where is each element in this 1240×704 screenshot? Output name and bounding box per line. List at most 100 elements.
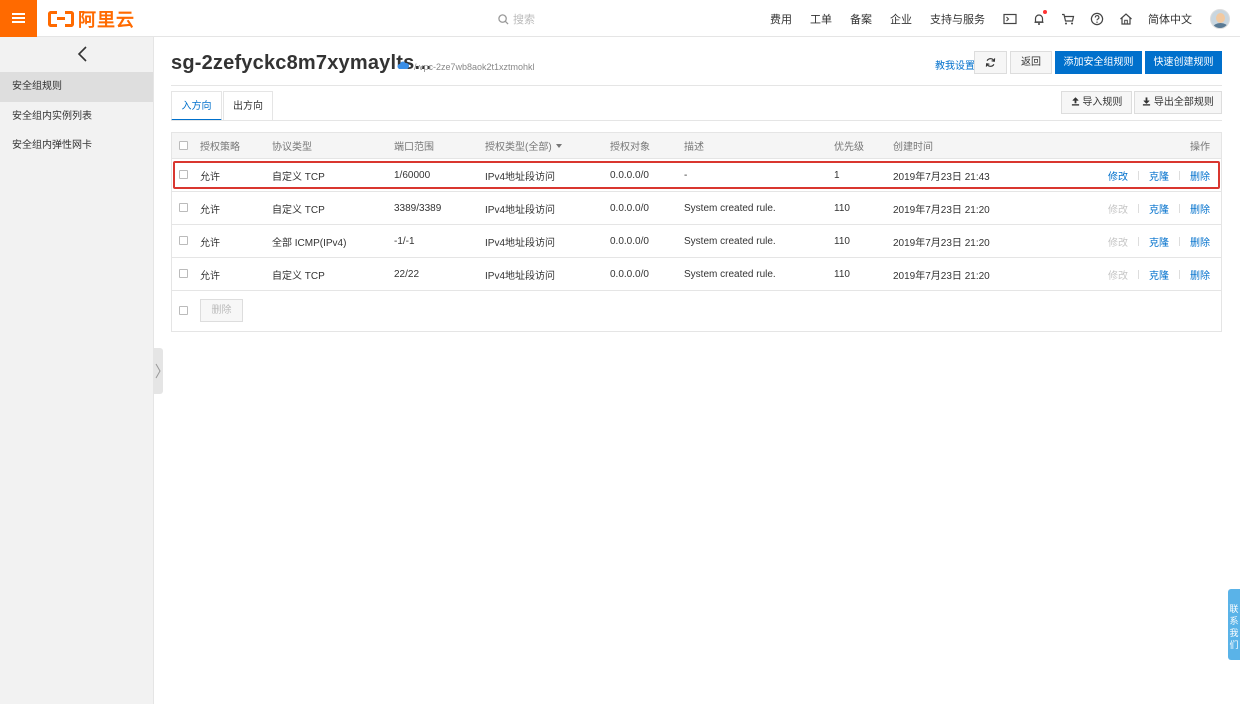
cart-icon[interactable]: [1061, 12, 1075, 26]
row-checkbox[interactable]: [179, 269, 188, 278]
refresh-button[interactable]: [974, 51, 1007, 74]
edit-rule-link[interactable]: 修改: [1108, 234, 1128, 249]
nav-support[interactable]: 支持与服务: [930, 11, 985, 27]
logo-text: 阿里云: [78, 9, 135, 30]
contact-us-tab[interactable]: 联 系 我 们: [1228, 589, 1240, 660]
import-rules-label: 导入规则: [1082, 97, 1123, 108]
cell-desc: -: [684, 169, 688, 181]
row-actions: 修改 克隆 删除: [1108, 258, 1210, 290]
nav-fees[interactable]: 费用: [770, 11, 792, 27]
row-actions: 修改 克隆 删除: [1108, 225, 1210, 257]
search-input[interactable]: 搜索: [498, 11, 535, 27]
separator: [1138, 269, 1139, 279]
separator: [1179, 269, 1180, 279]
cell-protocol: 自定义 TCP: [272, 270, 325, 282]
cell-created: 2019年7月23日 21:20: [893, 270, 990, 282]
sidebar-item-instance-list[interactable]: 安全组内实例列表: [0, 102, 153, 132]
cell-object: 0.0.0.0/0: [610, 268, 649, 280]
quick-create-button[interactable]: 快速创建规则: [1145, 51, 1222, 74]
edit-rule-link[interactable]: 修改: [1108, 201, 1128, 216]
home-icon[interactable]: [1119, 12, 1133, 26]
chevron-right-icon: [155, 363, 161, 379]
row-actions: 修改 克隆 删除: [1108, 192, 1210, 224]
sidebar-item-security-group-rules[interactable]: 安全组规则: [0, 72, 153, 102]
aliyun-logo-icon: [48, 9, 74, 29]
table-row: 允许 自定义 TCP 1/60000 IPv4地址段访问 0.0.0.0/0 - 1 2019…: [172, 159, 1221, 192]
col-auth-type-label: 授权类型(全部): [485, 142, 552, 153]
separator: [1138, 236, 1139, 246]
cell-policy: 允许: [200, 270, 220, 282]
cloud-icon: [397, 61, 409, 69]
cell-port: -1/-1: [394, 235, 415, 247]
cell-port: 3389/3389: [394, 202, 442, 214]
vpc-id[interactable]: / vpc-2ze7wb8aok2t1xztmohkl: [414, 62, 535, 72]
nav-enterprise[interactable]: 企业: [890, 11, 912, 27]
add-rule-button[interactable]: 添加安全组规则: [1055, 51, 1142, 74]
col-policy: 授权策略: [200, 142, 240, 153]
terminal-icon[interactable]: [1003, 12, 1017, 26]
table-header: 授权策略 协议类型 端口范围 授权类型(全部) 授权对象 描述 优先级 创建时间…: [172, 133, 1221, 159]
tabs-divider: [171, 120, 1222, 121]
row-checkbox[interactable]: [179, 203, 188, 212]
search-icon: [498, 13, 509, 25]
separator: [1179, 236, 1180, 246]
cell-desc: System created rule.: [684, 268, 776, 280]
col-protocol: 协议类型: [272, 142, 312, 153]
header-divider: [171, 85, 1222, 86]
menu-icon[interactable]: [0, 0, 37, 37]
caret-down-icon: [555, 143, 562, 148]
col-auth-type-filter[interactable]: 授权类型(全部): [485, 133, 562, 158]
col-actions: 操作: [1190, 142, 1210, 153]
import-rules-button[interactable]: 导入规则: [1061, 91, 1132, 114]
nav-icp-filing[interactable]: 备案: [850, 11, 872, 27]
language-switch[interactable]: 简体中文: [1148, 11, 1192, 27]
cell-auth-type: IPv4地址段访问: [485, 237, 556, 249]
help-icon[interactable]: [1090, 12, 1104, 26]
row-checkbox[interactable]: [179, 236, 188, 245]
back-arrow-icon[interactable]: [75, 45, 91, 63]
edit-rule-link[interactable]: 修改: [1108, 267, 1128, 282]
back-button[interactable]: 返回: [1010, 51, 1052, 74]
row-actions: 修改 克隆 删除: [1108, 159, 1210, 191]
contact-char: 联: [1229, 604, 1239, 614]
cell-auth-type: IPv4地址段访问: [485, 204, 556, 216]
select-all-checkbox[interactable]: [179, 140, 188, 150]
sidebar-item-eni[interactable]: 安全组内弹性网卡: [0, 131, 153, 161]
delete-rule-link[interactable]: 删除: [1190, 168, 1210, 183]
clone-rule-link[interactable]: 克隆: [1149, 168, 1169, 183]
top-nav: 费用 工单 备案 企业 支持与服务 简体中文: [770, 0, 1240, 37]
contact-char: 们: [1229, 640, 1239, 650]
cell-object: 0.0.0.0/0: [610, 169, 649, 181]
col-port: 端口范围: [394, 142, 434, 153]
logo[interactable]: 阿里云: [48, 8, 135, 30]
footer-select-all-checkbox[interactable]: [179, 306, 188, 315]
cell-priority: 110: [834, 268, 850, 280]
delete-rule-link[interactable]: 删除: [1190, 234, 1210, 249]
tab-outbound[interactable]: 出方向: [223, 91, 273, 121]
cell-policy: 允许: [200, 204, 220, 216]
table-row: 允许 自定义 TCP 3389/3389 IPv4地址段访问 0.0.0.0/0 Syst…: [172, 192, 1221, 225]
bell-icon[interactable]: [1032, 9, 1047, 26]
cell-object: 0.0.0.0/0: [610, 235, 649, 247]
clone-rule-link[interactable]: 克隆: [1149, 267, 1169, 282]
cell-policy: 允许: [200, 171, 220, 183]
clone-rule-link[interactable]: 克隆: [1149, 201, 1169, 216]
cell-priority: 1: [834, 169, 840, 181]
delete-rule-link[interactable]: 删除: [1190, 201, 1210, 216]
help-setup-link[interactable]: 教我设置: [935, 57, 975, 72]
cell-protocol: 全部 ICMP(IPv4): [272, 237, 347, 249]
col-priority: 优先级: [834, 142, 864, 153]
row-checkbox[interactable]: [179, 170, 188, 179]
clone-rule-link[interactable]: 克隆: [1149, 234, 1169, 249]
bulk-delete-button[interactable]: 删除: [200, 299, 243, 322]
edit-rule-link[interactable]: 修改: [1108, 168, 1128, 183]
nav-tickets[interactable]: 工单: [810, 11, 832, 27]
sidebar-collapse-toggle[interactable]: [153, 348, 163, 394]
export-rules-button[interactable]: 导出全部规则: [1134, 91, 1222, 114]
tab-inbound[interactable]: 入方向: [171, 91, 222, 121]
cell-policy: 允许: [200, 237, 220, 249]
cell-port: 1/60000: [394, 169, 431, 181]
table-row: 允许 自定义 TCP 22/22 IPv4地址段访问 0.0.0.0/0 System c…: [172, 258, 1221, 291]
delete-rule-link[interactable]: 删除: [1190, 267, 1210, 282]
avatar[interactable]: [1210, 8, 1230, 29]
